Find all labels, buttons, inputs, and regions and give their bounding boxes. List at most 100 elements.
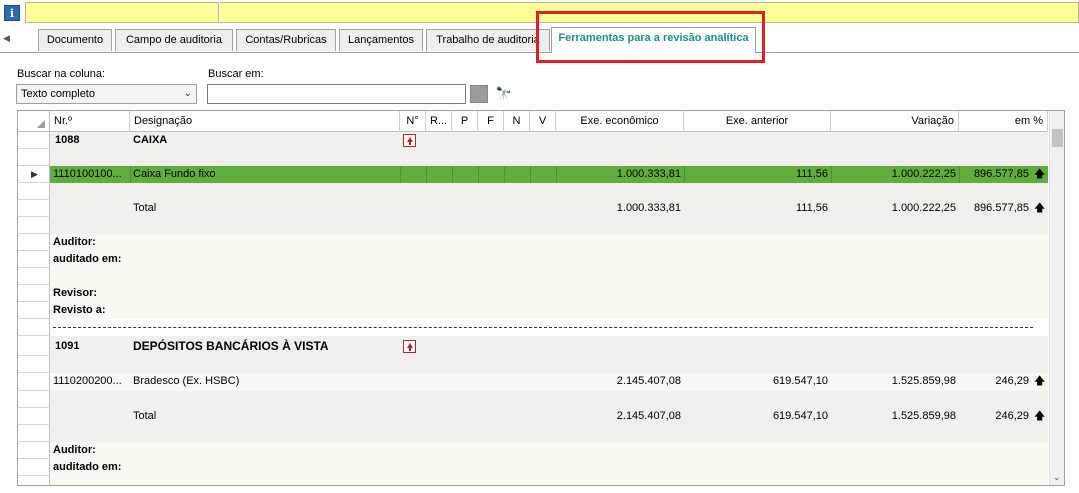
cell-nr[interactable]: 1110200200... (50, 373, 130, 390)
select-all-corner[interactable] (18, 111, 50, 132)
total-row[interactable]: Total 1.000.333,81 111,56 1.000.222,25 8… (18, 200, 1048, 217)
total-exe-anterior: 111,56 (795, 202, 828, 214)
revisto-row[interactable]: Revisto a: (18, 302, 1048, 319)
vertical-scrollbar[interactable]: ⌄ (1049, 111, 1064, 485)
header-nr[interactable]: Nr.º (50, 111, 130, 132)
current-row-indicator-icon: ▶ (31, 169, 38, 179)
cell-exe-anterior[interactable]: 111,56 (684, 166, 831, 183)
row-header[interactable] (18, 319, 50, 336)
auditado-label: auditado em: (53, 461, 122, 473)
scroll-down-icon[interactable]: ⌄ (1053, 472, 1061, 483)
row-header[interactable] (18, 476, 50, 485)
group-code: 1091 (55, 340, 80, 352)
group-row[interactable]: 1088 CAIXA (18, 132, 1048, 149)
row-header[interactable] (18, 336, 50, 356)
row-header[interactable] (18, 442, 50, 459)
auditado-row[interactable]: auditado em: (18, 459, 1048, 476)
cell-variacao[interactable]: 1.000.222,25 (831, 166, 959, 183)
upload-document-icon[interactable] (403, 134, 416, 147)
tab-contas-rubricas[interactable]: Contas/Rubricas (236, 29, 336, 51)
total-variacao: 1.525.859,98 (891, 410, 956, 422)
upload-document-icon[interactable] (403, 340, 416, 353)
spacer-row (18, 183, 1048, 200)
group-code: 1088 (55, 134, 80, 146)
table-row[interactable]: ▶ 1110100100... Caixa Fundo fixo 1.000.3… (18, 166, 1048, 183)
tab-trabalho-de-auditoria[interactable]: Trabalho de auditoria (426, 29, 550, 51)
row-header[interactable]: ▶ (18, 166, 50, 183)
auditado-row[interactable]: auditado em: (18, 251, 1048, 268)
row-header[interactable] (18, 356, 50, 373)
header-exe-economico[interactable]: Exe. econômico (556, 111, 684, 132)
cell-designacao[interactable]: Bradesco (Ex. HSBC) (130, 373, 400, 390)
spacer-row (18, 391, 1048, 408)
grid-rows: 1088 CAIXA ▶ 1110100100... Caixa Fundo f… (18, 132, 1048, 485)
header-r[interactable]: R... (426, 111, 452, 132)
tab-ferramentas-revisao-analitica[interactable]: Ferramentas para a revisão analítica (551, 27, 756, 53)
header-variacao[interactable]: Variação (831, 111, 959, 132)
row-header[interactable] (18, 217, 50, 234)
tab-lancamentos[interactable]: Lançamentos (339, 29, 423, 51)
header-designacao[interactable]: Designação (130, 111, 400, 132)
header-f[interactable]: F (478, 111, 504, 132)
clear-search-button[interactable] (470, 85, 488, 103)
cell-em-pct[interactable]: 246,29 (959, 373, 1032, 390)
total-label: Total (133, 202, 157, 214)
total-row[interactable]: Total 2.145.407,08 619.547,10 1.525.859,… (18, 408, 1048, 425)
header-em-pct[interactable]: em % (959, 111, 1048, 132)
row-header[interactable] (18, 302, 50, 319)
revisor-row[interactable]: Revisor: (18, 285, 1048, 302)
row-header[interactable] (18, 391, 50, 408)
row-header[interactable] (18, 149, 50, 166)
auditor-row[interactable]: Auditor: (18, 234, 1048, 251)
row-header[interactable] (18, 251, 50, 268)
cell-exe-economico[interactable]: 2.145.407,08 (556, 373, 684, 390)
separator-row (18, 319, 1048, 336)
binoculars-icon[interactable]: 🔭 (494, 85, 514, 103)
auditado-label: auditado em: (53, 253, 122, 265)
row-header[interactable] (18, 408, 50, 425)
table-row[interactable]: 1110200200... Bradesco (Ex. HSBC) 2.145.… (18, 373, 1048, 391)
row-header[interactable] (18, 200, 50, 217)
cell-nr[interactable]: 1110100100... (50, 166, 130, 183)
info-bar: i (0, 0, 1079, 25)
revisor-label: Revisor: (53, 287, 98, 299)
header-p[interactable]: P (452, 111, 478, 132)
row-header[interactable] (18, 268, 50, 285)
header-nn[interactable]: N (504, 111, 530, 132)
column-select[interactable]: Texto completo ⌄ (16, 84, 197, 104)
cell-em-pct[interactable]: 896.577,85 (959, 166, 1032, 183)
spacer-row (18, 149, 1048, 166)
row-header[interactable] (18, 373, 50, 391)
group-separator (53, 327, 1033, 328)
spacer-row (18, 268, 1048, 285)
row-header[interactable] (18, 234, 50, 251)
auditor-label: Auditor: (53, 444, 96, 456)
total-exe-anterior: 619.547,10 (772, 410, 828, 422)
row-header[interactable] (18, 459, 50, 476)
total-em-pct: 246,29 (995, 410, 1029, 422)
cell-variacao[interactable]: 1.525.859,98 (831, 373, 959, 390)
row-header[interactable] (18, 285, 50, 302)
header-n[interactable]: N° (400, 111, 426, 132)
search-label: Buscar em: (208, 68, 264, 80)
spacer-row (18, 356, 1048, 373)
info-icon[interactable]: i (4, 5, 20, 21)
header-exe-anterior[interactable]: Exe. anterior (684, 111, 831, 132)
search-input[interactable] (207, 84, 466, 104)
tab-campo-de-auditoria[interactable]: Campo de auditoria (115, 29, 233, 51)
group-row[interactable]: 1091 DEPÓSITOS BANCÁRIOS À VISTA (18, 336, 1048, 356)
revisto-label: Revisto a: (53, 304, 106, 316)
row-header[interactable] (18, 183, 50, 200)
arrow-up-icon: 🡅 (1034, 202, 1046, 214)
tab-scroll-left-icon[interactable]: ◀ (3, 32, 13, 44)
total-em-pct: 896.577,85 (973, 202, 1029, 214)
header-v[interactable]: V (530, 111, 556, 132)
tab-documento[interactable]: Documento (38, 29, 112, 51)
scrollbar-thumb[interactable] (1052, 129, 1063, 147)
cell-exe-anterior[interactable]: 619.547,10 (684, 373, 831, 390)
cell-exe-economico[interactable]: 1.000.333,81 (556, 166, 684, 183)
auditor-row[interactable]: Auditor: (18, 442, 1048, 459)
cell-designacao[interactable]: Caixa Fundo fixo (130, 166, 400, 183)
row-header[interactable] (18, 132, 50, 149)
row-header[interactable] (18, 425, 50, 442)
